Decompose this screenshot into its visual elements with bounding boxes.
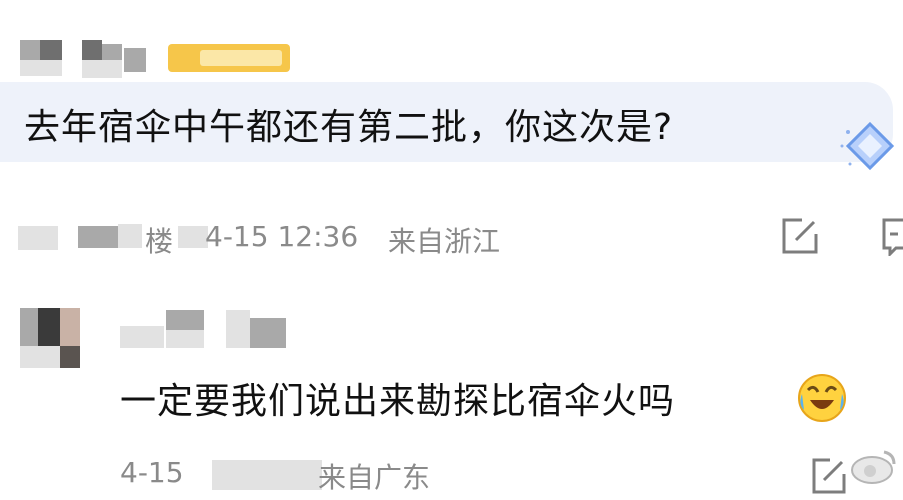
mosaic-block: [118, 224, 142, 248]
floor-label: 楼: [145, 225, 174, 258]
comment-1-time: 4-15 12:36: [205, 220, 359, 253]
mosaic-block: [166, 330, 204, 348]
mosaic-block: [20, 346, 60, 368]
laughing-crying-emoji-icon: [796, 372, 848, 424]
comment-2-text: 一定要我们说出来勘探比宿伞火吗: [120, 381, 676, 422]
mosaic-block: [60, 346, 80, 368]
mosaic-block: [178, 226, 208, 248]
comment-1-location: 来自浙江: [388, 225, 501, 258]
mosaic-block: [120, 326, 164, 348]
mosaic-block: [166, 310, 204, 330]
mosaic-block: [40, 40, 62, 60]
mosaic-block: [250, 318, 286, 348]
diamond-badge-icon: [836, 118, 896, 178]
comment-1-text: 去年宿伞中午都还有第二批，你这次是?: [24, 107, 674, 148]
mosaic-block: [82, 40, 102, 60]
weibo-watermark-icon: [848, 446, 900, 486]
mosaic-block: [226, 310, 250, 348]
mosaic-block: [82, 60, 122, 78]
mosaic-block: [20, 308, 38, 346]
mosaic-block: [38, 308, 60, 346]
user-level-badge: [168, 44, 290, 72]
edit-icon[interactable]: [810, 456, 846, 499]
mosaic-block: [20, 40, 40, 60]
mosaic-block: [124, 48, 146, 72]
mosaic-block: [18, 226, 58, 250]
mosaic-block: [78, 226, 118, 248]
edit-icon[interactable]: [780, 216, 820, 261]
mosaic-block: [212, 460, 322, 490]
mosaic-block: [102, 44, 122, 60]
comment-2-location: 来自广东: [318, 461, 431, 494]
mosaic-block: [60, 308, 80, 346]
comment-icon[interactable]: [880, 216, 903, 261]
comment-2-date: 4-15: [120, 456, 184, 489]
mosaic-block: [20, 60, 62, 76]
